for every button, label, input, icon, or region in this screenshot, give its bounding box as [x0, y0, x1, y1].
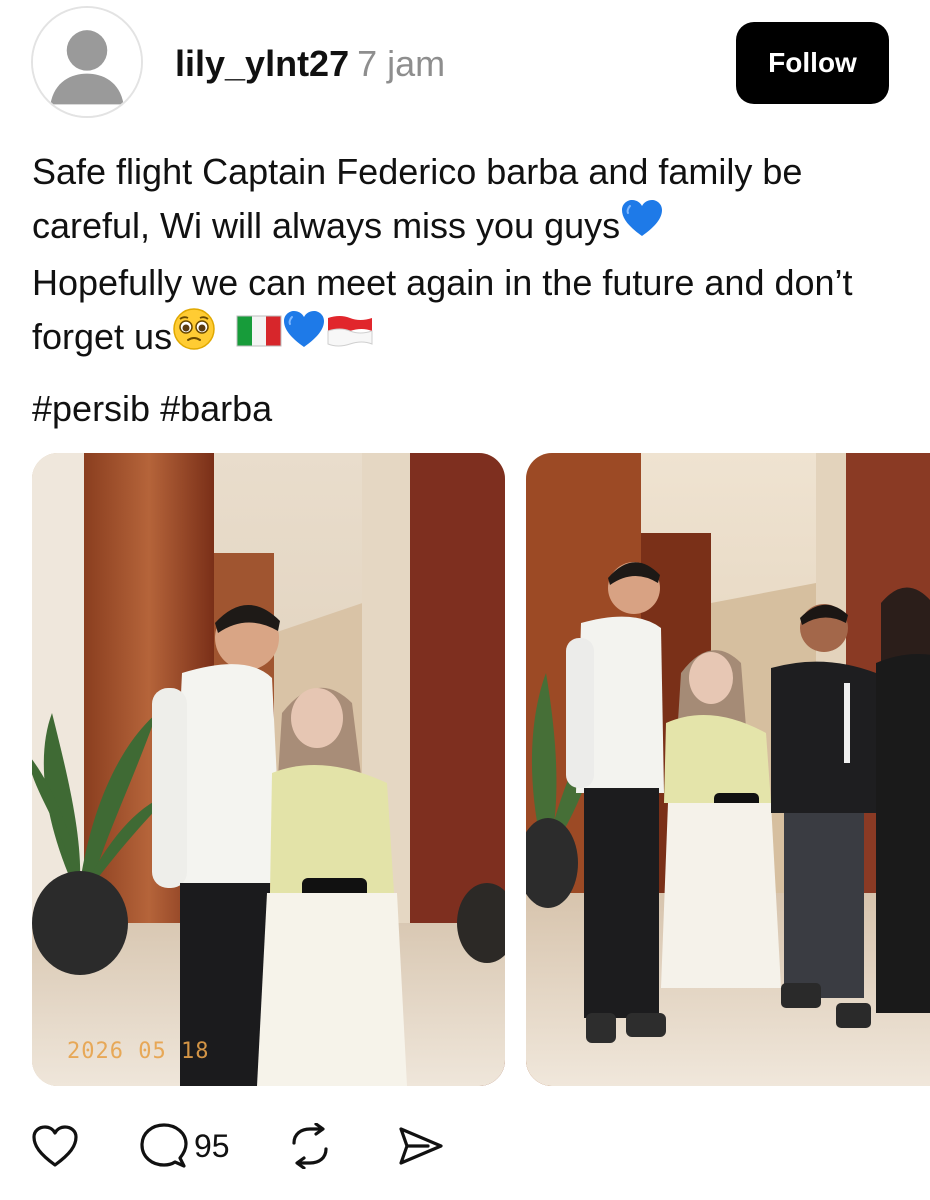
follow-button[interactable]: Follow: [736, 22, 889, 104]
share-button[interactable]: [398, 1126, 444, 1166]
photo-image: [32, 453, 505, 1086]
heart-icon: [32, 1125, 78, 1167]
username[interactable]: lily_ylnt27: [175, 43, 349, 84]
pleading-face-emoji-icon: [172, 307, 216, 366]
post-photo-1[interactable]: 2026 05 18: [32, 453, 505, 1086]
photo-image: [526, 453, 930, 1086]
post-actions: 95: [30, 1118, 444, 1174]
caption-text-2: Hopefully we can meet again in the futur…: [32, 261, 853, 357]
hashtag-link[interactable]: #barba: [160, 388, 272, 429]
post-header: lily_ylnt27 7 jam: [175, 40, 445, 88]
hashtag-link[interactable]: #persib: [32, 388, 150, 429]
post-photo-2[interactable]: [526, 453, 930, 1086]
caption-paragraph-2: Hopefully we can meet again in the futur…: [32, 256, 912, 369]
photo-date-stamp: 2026 05 18: [67, 1039, 210, 1064]
default-avatar-icon: [33, 8, 141, 116]
caption-paragraph-1: Safe flight Captain Federico barba and f…: [32, 145, 912, 256]
like-button[interactable]: [30, 1123, 80, 1169]
post-card: lily_ylnt27 7 jam Follow Safe flight Capt…: [0, 0, 930, 1200]
hashtags: #persib #barba: [32, 385, 272, 433]
post-timestamp: 7 jam: [357, 43, 446, 84]
blue-heart-emoji-icon: [282, 309, 326, 364]
repost-icon: [291, 1123, 328, 1169]
caption-text-1: Safe flight Captain Federico barba and f…: [32, 151, 803, 246]
post-caption: Safe flight Captain Federico barba and f…: [32, 145, 912, 369]
blue-heart-emoji-icon: [620, 198, 664, 253]
italy-flag-emoji-icon: [236, 309, 282, 363]
avatar[interactable]: [31, 6, 143, 118]
comment-count: 95: [194, 1127, 230, 1164]
indonesia-flag-emoji-icon: [326, 309, 374, 363]
repost-button[interactable]: [288, 1123, 332, 1169]
comment-button[interactable]: 95: [140, 1122, 230, 1170]
share-icon: [398, 1127, 443, 1165]
comment-icon: [140, 1123, 188, 1168]
